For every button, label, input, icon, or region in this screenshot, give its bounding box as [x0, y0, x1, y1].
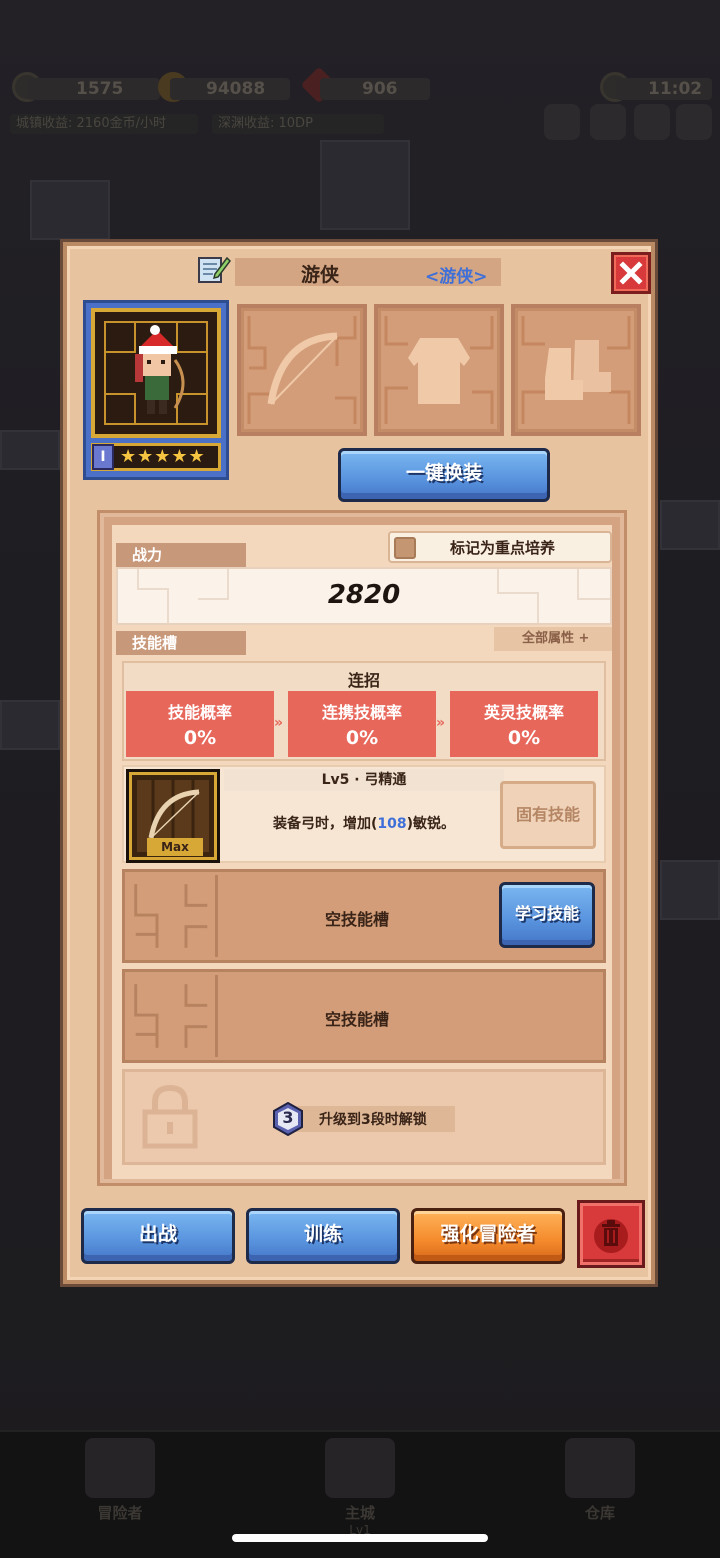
skill-max-badge: Max — [147, 838, 203, 856]
compass-icon — [634, 104, 670, 140]
skill-rate-name: 技能概率 — [167, 703, 232, 722]
skill-desc-suffix: )敏锐。 — [406, 816, 456, 832]
combo-rates: 连招 技能概率 0% » 连携技概率 0% » 英灵技概率 0% — [122, 661, 606, 761]
combo-title: 连招 — [347, 671, 380, 690]
title-bar: 游侠 <游侠> — [235, 258, 501, 287]
gem-bar: 906 — [320, 78, 430, 100]
background-tile — [660, 500, 720, 550]
skill-desc-value: 108 — [377, 816, 407, 832]
boots-icon — [521, 316, 631, 424]
trash-icon — [594, 1219, 628, 1253]
warehouse-icon — [565, 1438, 635, 1498]
empty-slot-pattern-icon — [134, 875, 218, 957]
gold-bar: 94088 — [170, 78, 290, 100]
lock-icon — [142, 1084, 198, 1149]
dismiss-hero-button[interactable] — [577, 1200, 645, 1268]
locked-skill-slot: 3 升级到3段时解锁 — [122, 1069, 606, 1165]
chevron-right-icon: » — [436, 715, 446, 731]
chain-skill-rate-name: 连携技概率 — [321, 703, 402, 722]
deploy-button[interactable]: 出战 — [81, 1208, 235, 1264]
hero-stats-panel: 战力 标记为重点培养 2820 技能槽 全部属性 + 连招 技能概率 0% » — [97, 510, 627, 1186]
all-attributes-button[interactable]: 全部属性 + — [494, 627, 612, 651]
event-icon — [590, 104, 626, 140]
edit-pencil-icon[interactable] — [195, 252, 231, 286]
background-castle — [320, 140, 410, 230]
innate-skill-row[interactable]: Max Lv5 · 弓精通 装备弓时，增加(108)敏锐。 固有技能 — [122, 765, 606, 863]
clock-bar: 11:02 — [616, 78, 712, 100]
nav-adventurers: 冒险者 — [0, 1432, 240, 1558]
town-income: 城镇收益: 2160金币/小时 — [10, 114, 198, 134]
nav-warehouse: 仓库 — [480, 1432, 720, 1558]
innate-skill-tag: 固有技能 — [500, 781, 596, 849]
empty-slot-label: 空技能槽 — [324, 910, 389, 929]
empty-skill-slot[interactable]: 空技能槽 — [122, 969, 606, 1063]
hero-spirit-rate-value: 0% — [507, 727, 541, 749]
close-button[interactable] — [611, 252, 651, 294]
gear-icon — [676, 104, 712, 140]
chain-skill-rate-cell: 连携技概率 0% — [288, 691, 436, 757]
home-indicator[interactable] — [232, 1534, 488, 1542]
nav-main-city-label: 主城 — [344, 1504, 375, 1522]
skill-title: Lv5 · 弓精通 — [224, 769, 504, 791]
stage-badge-number: 3 — [282, 1108, 294, 1127]
hero-detail-dialog: 游侠 <游侠> I ★★★★★ 一键换装 战力 标记为重点培养 2820 技能槽… — [63, 242, 655, 1284]
equip-slot-armor[interactable] — [374, 304, 504, 436]
train-button[interactable]: 训练 — [246, 1208, 400, 1264]
background-tile — [30, 180, 110, 240]
power-display: 2820 — [116, 567, 612, 625]
skill-description: 装备弓时，增加(108)敏锐。 — [224, 813, 504, 833]
team-icon — [544, 104, 580, 140]
unlock-requirement: 升级到3段时解锁 — [319, 1112, 427, 1128]
nav-warehouse-label: 仓库 — [584, 1504, 615, 1522]
hero-rank-bar: I ★★★★★ — [91, 443, 221, 471]
background-tile — [0, 700, 60, 750]
knight-helmet-icon — [85, 1438, 155, 1498]
abyss-income: 深渊收益: 10DP — [212, 114, 384, 134]
power-label: 战力 — [116, 543, 246, 567]
level-badge: I — [92, 444, 114, 470]
hero-name: 游侠 — [301, 264, 340, 286]
stat-bar: 1575 — [28, 78, 160, 100]
background-tile — [0, 430, 60, 470]
mark-focus-checkbox[interactable] — [394, 537, 416, 559]
power-value: 2820 — [327, 580, 401, 610]
skill-rate-cell: 技能概率 0% — [126, 691, 274, 757]
skill-icon: Max — [126, 769, 220, 863]
chevron-right-icon: » — [274, 715, 284, 731]
hero-portrait-card[interactable]: I ★★★★★ — [83, 300, 229, 480]
background-tile — [660, 860, 720, 920]
ranger-avatar-icon — [104, 321, 208, 425]
empty-slot-label: 空技能槽 — [324, 1010, 389, 1029]
mark-focus-toggle[interactable]: 标记为重点培养 — [388, 531, 612, 563]
equip-slot-weapon[interactable] — [237, 304, 367, 436]
castle-icon — [325, 1438, 395, 1498]
hero-class-tag[interactable]: <游侠> — [425, 262, 488, 287]
skill-desc-prefix: 装备弓时，增加( — [272, 816, 378, 832]
close-icon — [619, 261, 643, 285]
one-click-equip-button[interactable]: 一键换装 — [338, 448, 550, 502]
nav-adventurers-label: 冒险者 — [97, 1504, 143, 1522]
empty-skill-slot[interactable]: 空技能槽 学习技能 — [122, 869, 606, 963]
hero-portrait — [91, 308, 221, 438]
hero-spirit-rate-name: 英灵技概率 — [483, 703, 564, 722]
skill-rate-value: 0% — [183, 727, 217, 749]
armor-icon — [384, 316, 494, 424]
hero-spirit-rate-cell: 英灵技概率 0% — [450, 691, 598, 757]
empty-slot-pattern-icon — [134, 975, 218, 1057]
chain-skill-rate-value: 0% — [345, 727, 379, 749]
mark-focus-label: 标记为重点培养 — [450, 539, 556, 557]
enhance-adventurer-button[interactable]: 强化冒险者 — [411, 1208, 565, 1264]
learn-skill-button[interactable]: 学习技能 — [499, 882, 595, 948]
skill-slot-label: 技能槽 — [116, 631, 246, 655]
bow-icon — [247, 316, 357, 424]
equip-slot-boots[interactable] — [511, 304, 641, 436]
star-rating: ★★★★★ — [120, 446, 206, 467]
